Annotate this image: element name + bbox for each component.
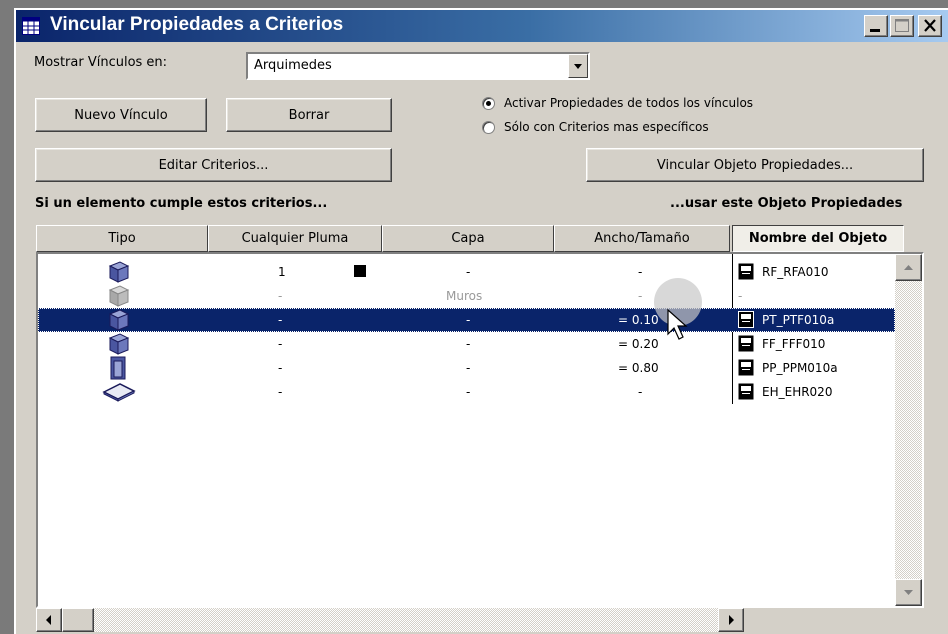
width-value: -: [638, 385, 643, 399]
object-name: -: [738, 289, 743, 303]
radio-all-links[interactable]: [482, 97, 495, 110]
table-row-selected[interactable]: - - = 0.10 PT_PTF010a: [38, 308, 895, 332]
width-value: = 0.80: [618, 361, 659, 375]
slab-icon: [108, 333, 130, 355]
radio-specific-label: Sólo con Criterios mas específicos: [504, 120, 709, 134]
chevron-up-icon: [904, 265, 913, 270]
layer-value: -: [466, 265, 471, 279]
object-heading: ...usar este Objeto Propiedades: [670, 196, 903, 211]
document-icon: [738, 359, 754, 376]
dropdown-arrow-button[interactable]: [568, 54, 588, 78]
new-link-button[interactable]: Nuevo Vínculo: [35, 98, 207, 132]
column-header-width[interactable]: Ancho/Tamaño: [554, 225, 730, 252]
layer-value: -: [466, 361, 471, 375]
criteria-list[interactable]: 1 - - RF_RFA010 - Muros - - - - = 0.10 P…: [36, 252, 924, 608]
document-icon: [738, 383, 754, 400]
object-name: RF_RFA010: [762, 265, 829, 279]
window-title: Vincular Propiedades a Criterios: [50, 14, 344, 35]
column-header-object-name[interactable]: Nombre del Objeto: [732, 225, 904, 252]
radio-specific-criteria[interactable]: [482, 121, 495, 134]
layer-value: -: [466, 385, 471, 399]
table-row[interactable]: 1 - - RF_RFA010: [38, 260, 895, 284]
scroll-right-button[interactable]: [718, 608, 744, 632]
column-header-layer[interactable]: Capa: [382, 225, 554, 252]
slab-grey-icon: [108, 285, 130, 307]
chevron-down-icon: [574, 64, 582, 69]
scroll-down-button[interactable]: [895, 579, 922, 606]
dialog-window: Vincular Propiedades a Criterios Mostrar…: [14, 8, 948, 634]
object-name: PP_PPM010a: [762, 361, 838, 375]
close-button[interactable]: [918, 15, 942, 37]
scroll-up-button[interactable]: [895, 254, 922, 281]
layer-value: -: [466, 313, 471, 327]
maximize-icon: [895, 19, 909, 32]
delete-button[interactable]: Borrar: [226, 98, 392, 132]
scroll-left-button[interactable]: [36, 608, 62, 632]
column-header-type[interactable]: Tipo: [36, 225, 208, 252]
document-icon: [738, 335, 754, 352]
table-row[interactable]: - Muros - -: [38, 284, 895, 308]
minimize-icon: [870, 29, 880, 32]
vertical-scrollbar[interactable]: [895, 254, 922, 606]
width-value: -: [638, 265, 643, 279]
document-icon: [738, 263, 754, 280]
object-name: PT_PTF010a: [762, 313, 835, 327]
link-object-properties-button[interactable]: Vincular Objeto Propiedades...: [586, 148, 924, 182]
column-header-pen[interactable]: Cualquier Pluma: [208, 225, 382, 252]
object-name: EH_EHR020: [762, 385, 833, 399]
edit-criteria-button[interactable]: Editar Criterios...: [35, 148, 392, 182]
chevron-down-icon: [904, 590, 913, 595]
mouse-cursor-icon: [654, 278, 702, 340]
show-links-value: Arquimedes: [254, 58, 332, 73]
horizontal-scrollbar[interactable]: [36, 608, 744, 632]
criteria-heading: Si un elemento cumple estos criterios...: [35, 196, 328, 211]
show-links-dropdown[interactable]: Arquimedes: [246, 52, 590, 80]
width-value: -: [638, 289, 643, 303]
object-name: FF_FFF010: [762, 337, 826, 351]
show-links-label: Mostrar Vínculos en:: [34, 55, 168, 70]
table-row[interactable]: - - = 0.20 FF_FFF010: [38, 332, 895, 356]
pen-value: -: [278, 337, 283, 351]
table-row[interactable]: - - = 0.80 PP_PPM010a: [38, 356, 895, 380]
title-bar[interactable]: Vincular Propiedades a Criterios: [16, 10, 948, 42]
chevron-right-icon: [729, 615, 734, 625]
pen-value: -: [278, 361, 283, 375]
radio-all-links-label: Activar Propiedades de todos los vínculo…: [504, 96, 754, 110]
app-table-icon: [22, 17, 40, 35]
scroll-thumb[interactable]: [62, 608, 94, 632]
layer-value: -: [466, 337, 471, 351]
pen-color-swatch: [354, 265, 366, 277]
slab-icon: [108, 261, 130, 283]
pen-value: -: [278, 289, 283, 303]
document-icon: [738, 311, 754, 328]
table-row[interactable]: - - - EH_EHR020: [38, 380, 895, 404]
maximize-button[interactable]: [890, 15, 914, 37]
close-icon: [924, 19, 936, 32]
pen-value: -: [278, 313, 283, 327]
minimize-button[interactable]: [864, 15, 888, 37]
pen-value: -: [278, 385, 283, 399]
door-icon: [110, 356, 126, 380]
layer-value: Muros: [446, 289, 483, 303]
slab-icon: [108, 309, 130, 331]
pen-value: 1: [278, 265, 286, 279]
chevron-left-icon: [46, 615, 51, 625]
floor-tile-icon: [102, 383, 136, 402]
